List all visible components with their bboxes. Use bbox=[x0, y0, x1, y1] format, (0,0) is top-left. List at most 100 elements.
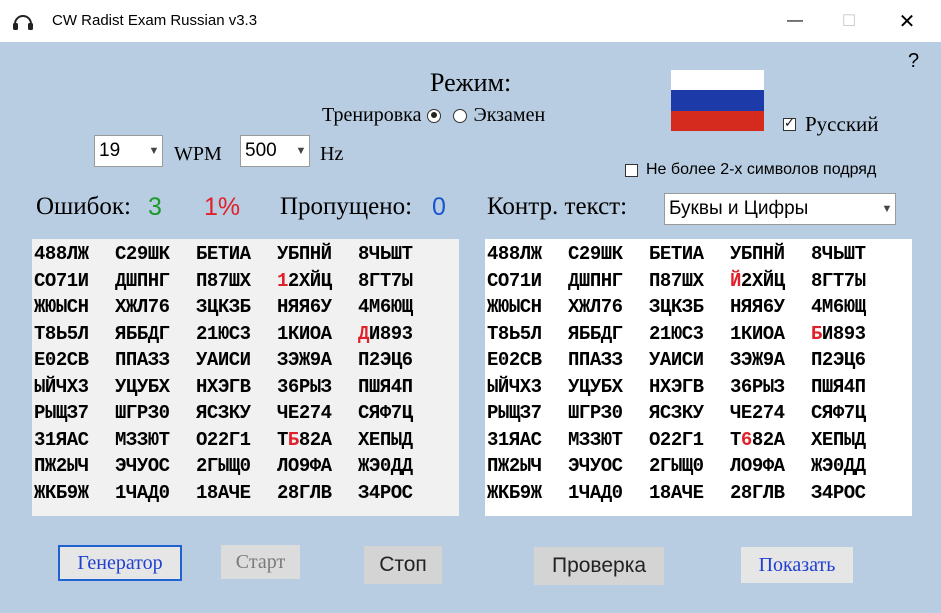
code-char: Т bbox=[670, 243, 682, 265]
code-group: ХЕПЫД bbox=[809, 427, 890, 454]
control-text-panel[interactable]: 488ЛЖ С29ШК БЕТИА УБПНЙ 8ЧЬШТ СО71И ДШПНГ П87ШХ… bbox=[485, 239, 912, 516]
code-char: 3 bbox=[730, 375, 741, 398]
code-char: 2 bbox=[508, 455, 520, 477]
minimize-button[interactable]: — bbox=[772, 0, 818, 42]
help-button[interactable]: ? bbox=[908, 50, 919, 73]
code-char: Ь bbox=[55, 322, 67, 345]
code-group: 21ЮС3 bbox=[194, 321, 275, 348]
code-char: 8 bbox=[206, 481, 218, 504]
chevron-down-icon[interactable]: ▼ bbox=[146, 145, 162, 157]
code-row: Т8Ь5Л ЯББДГ 21ЮС3 1КИОА БИ893 bbox=[485, 321, 912, 348]
code-char: 2 bbox=[762, 428, 774, 451]
generator-button[interactable]: Генератор bbox=[58, 545, 182, 581]
control-text-select[interactable]: Буквы и Цифры ▼ bbox=[664, 193, 896, 225]
code-char: А bbox=[659, 349, 671, 371]
code-char: Щ bbox=[681, 455, 693, 477]
exam-radio[interactable] bbox=[453, 108, 468, 123]
code-char: Х bbox=[66, 375, 78, 398]
title-bar[interactable]: CW Radist Exam Russian v3.3 — ☐ ✕ bbox=[0, 0, 941, 42]
code-char: С bbox=[681, 322, 693, 345]
code-char: Н bbox=[530, 296, 542, 318]
close-button[interactable]: ✕ bbox=[884, 0, 930, 42]
code-char: Ы bbox=[854, 269, 866, 292]
stop-button[interactable]: Стоп bbox=[364, 546, 442, 584]
wpm-select[interactable]: 19 ▼ bbox=[94, 135, 163, 167]
code-group: НХЭГВ bbox=[194, 374, 275, 401]
code-char: Ы bbox=[519, 455, 531, 477]
code-row: Е02СВ ППАЗЗ УАИСИ ЗЭЖ9А П2ЭЦ6 bbox=[485, 347, 912, 374]
code-char: Г bbox=[158, 322, 170, 345]
code-group: 18АЧЕ bbox=[194, 480, 275, 507]
code-char: Б bbox=[578, 322, 590, 345]
received-text-panel[interactable]: 488ЛЖ С29ШК БЕТИА УБПНЙ 8ЧЬШТ СО71И ДШПНГ П87ШХ… bbox=[32, 239, 459, 516]
code-char: 4 bbox=[358, 296, 369, 318]
show-button[interactable]: Показать bbox=[741, 547, 853, 583]
code-char: Ж bbox=[578, 296, 590, 318]
code-char: В bbox=[239, 375, 251, 398]
code-char: 2 bbox=[578, 243, 590, 265]
code-char: В bbox=[773, 481, 785, 504]
code-char: Ж bbox=[77, 243, 89, 265]
code-char: Ж bbox=[34, 481, 45, 504]
code-char: 8 bbox=[751, 428, 763, 451]
control-text-label: Контр. текст: bbox=[487, 193, 628, 220]
code-group: Й2ХЙЦ bbox=[728, 268, 809, 295]
code-char: Ч bbox=[578, 481, 590, 504]
chevron-down-icon[interactable]: ▼ bbox=[293, 145, 309, 157]
code-char: З bbox=[228, 296, 240, 318]
code-char: Ы bbox=[762, 375, 774, 398]
code-char: 1 bbox=[497, 428, 509, 451]
hz-value: 500 bbox=[245, 140, 277, 161]
code-char: Д bbox=[854, 455, 866, 477]
code-char: Я bbox=[196, 402, 207, 424]
code-char: 0 bbox=[44, 349, 56, 371]
code-char: Т bbox=[611, 428, 623, 451]
limit-checkbox[interactable] bbox=[625, 163, 638, 177]
code-char: Г bbox=[125, 402, 137, 424]
code-char: Е bbox=[659, 243, 671, 265]
code-char: З bbox=[811, 481, 822, 504]
code-char: З bbox=[147, 402, 159, 424]
code-group: З4РОС bbox=[356, 480, 437, 507]
code-char: 9 bbox=[519, 481, 531, 504]
code-char: В bbox=[530, 349, 542, 371]
code-group: ДШПНГ bbox=[566, 268, 647, 295]
code-char: Л bbox=[730, 455, 741, 477]
code-char: Ч bbox=[368, 243, 380, 265]
code-char: 0 bbox=[158, 402, 170, 424]
check-button[interactable]: Проверка bbox=[534, 547, 664, 585]
code-char: Ь bbox=[832, 243, 844, 265]
code-char: 2 bbox=[125, 243, 137, 265]
training-radio[interactable] bbox=[427, 108, 442, 123]
code-group: УБПНЙ bbox=[728, 241, 809, 268]
code-char: 1 bbox=[196, 481, 207, 504]
code-char: Ж bbox=[487, 481, 498, 504]
code-char: 5 bbox=[66, 322, 78, 345]
code-group: 4М6ЮЩ bbox=[809, 294, 890, 321]
russian-language-option[interactable]: Русский bbox=[783, 112, 879, 137]
code-char: Я bbox=[379, 375, 391, 398]
code-char: И bbox=[298, 322, 310, 345]
code-char: У bbox=[320, 296, 332, 318]
code-char: Ф bbox=[379, 402, 391, 424]
chevron-down-icon[interactable]: ▼ bbox=[879, 203, 895, 215]
code-char: 7 bbox=[217, 269, 229, 292]
code-char: Ю bbox=[147, 428, 159, 451]
code-char: Э bbox=[368, 455, 380, 477]
start-button[interactable]: Старт bbox=[221, 545, 300, 579]
code-group: 2ГЫЩ0 bbox=[647, 453, 728, 480]
code-char: 1 bbox=[568, 481, 579, 504]
limit-repeat-option[interactable]: Не более 2-х символов подряд bbox=[625, 161, 876, 179]
code-char: Ж bbox=[811, 455, 822, 477]
maximize-button[interactable]: ☐ bbox=[826, 0, 872, 42]
russian-checkbox[interactable] bbox=[783, 115, 796, 131]
code-char: Ц bbox=[401, 402, 413, 424]
code-char: З bbox=[773, 375, 785, 398]
code-char: Ж bbox=[497, 455, 509, 477]
code-group: 28ГЛВ bbox=[728, 480, 809, 507]
code-char: С bbox=[228, 349, 240, 371]
code-char: Ц bbox=[320, 269, 332, 292]
code-char: Е bbox=[34, 349, 45, 371]
frequency-select[interactable]: 500 ▼ bbox=[240, 135, 310, 167]
code-group: ЫЙЧХ3 bbox=[32, 374, 113, 401]
